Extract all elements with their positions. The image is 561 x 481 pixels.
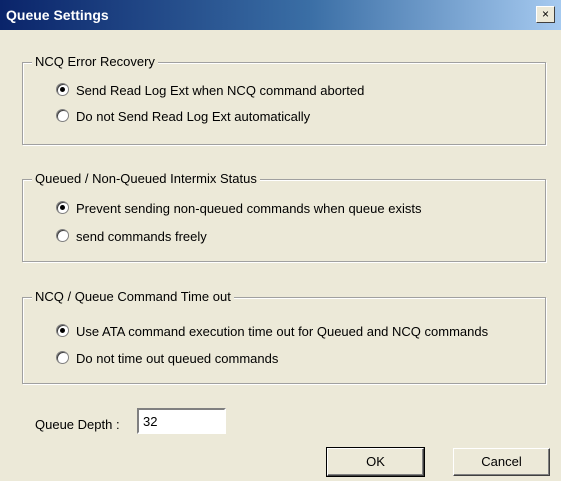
radio-button-icon[interactable] <box>56 351 69 364</box>
group-legend: NCQ / Queue Command Time out <box>32 289 234 305</box>
radio-label: send commands freely <box>76 229 207 244</box>
radio-no-timeout[interactable]: Do not time out queued commands <box>56 351 278 367</box>
group-legend: Queued / Non-Queued Intermix Status <box>32 171 260 187</box>
ncq-error-recovery-group: NCQ Error Recovery Send Read Log Ext whe… <box>22 54 546 145</box>
radio-button-icon[interactable] <box>56 229 69 242</box>
ok-button[interactable]: OK <box>326 447 425 477</box>
radio-send-freely[interactable]: send commands freely <box>56 229 207 245</box>
close-button[interactable]: × <box>536 6 555 23</box>
radio-do-not-send-read-log[interactable]: Do not Send Read Log Ext automatically <box>56 109 310 125</box>
radio-label: Do not Send Read Log Ext automatically <box>76 109 311 124</box>
radio-button-icon[interactable] <box>56 201 69 214</box>
intermix-status-group: Queued / Non-Queued Intermix Status Prev… <box>22 171 546 262</box>
radio-button-icon[interactable] <box>56 324 69 337</box>
command-timeout-group: NCQ / Queue Command Time out Use ATA com… <box>22 289 546 384</box>
group-legend: NCQ Error Recovery <box>32 54 158 70</box>
close-icon: × <box>541 7 549 21</box>
radio-button-icon[interactable] <box>56 83 69 96</box>
radio-prevent-non-queued[interactable]: Prevent sending non-queued commands when… <box>56 201 421 217</box>
radio-label: Use ATA command execution time out for Q… <box>76 324 489 339</box>
title-bar: Queue Settings × <box>0 0 561 30</box>
radio-use-ata-timeout[interactable]: Use ATA command execution time out for Q… <box>56 324 488 340</box>
radio-label: Do not time out queued commands <box>76 351 279 366</box>
cancel-button[interactable]: Cancel <box>453 448 550 476</box>
queue-depth-label: Queue Depth : <box>35 417 120 432</box>
queue-depth-input[interactable] <box>137 408 226 434</box>
radio-label: Prevent sending non-queued commands when… <box>76 201 422 216</box>
window-title: Queue Settings <box>6 7 109 23</box>
radio-send-read-log[interactable]: Send Read Log Ext when NCQ command abort… <box>56 83 364 99</box>
radio-label: Send Read Log Ext when NCQ command abort… <box>76 83 365 98</box>
radio-button-icon[interactable] <box>56 109 69 122</box>
